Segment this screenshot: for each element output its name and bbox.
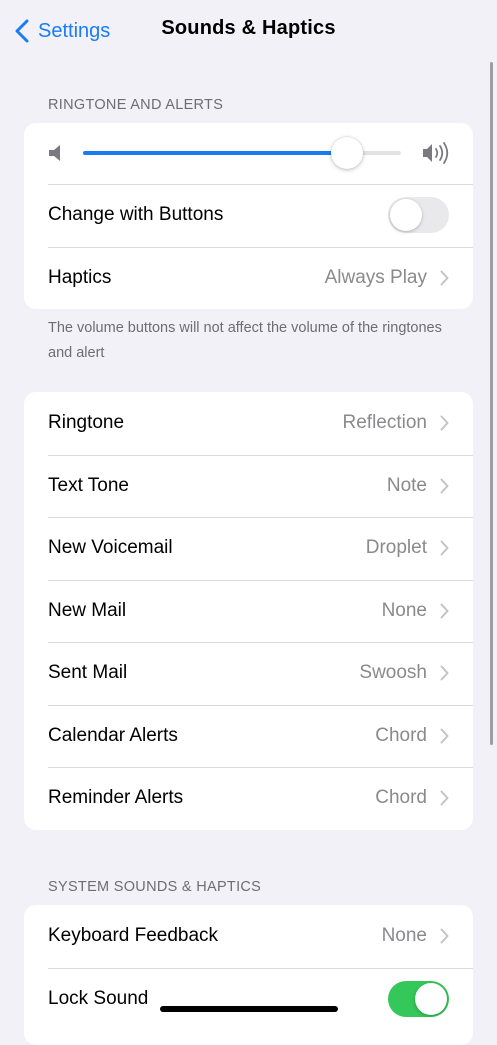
volume-slider-thumb[interactable] bbox=[330, 137, 363, 169]
tone-row-reminder-alerts[interactable]: Reminder Alerts Chord bbox=[24, 767, 473, 830]
tone-label: Calendar Alerts bbox=[48, 724, 178, 746]
tone-label: Sent Mail bbox=[48, 662, 128, 684]
tone-label: New Mail bbox=[48, 599, 127, 621]
haptics-value: Always Play bbox=[324, 266, 427, 288]
volume-slider-row bbox=[24, 123, 473, 184]
tone-row-sent-mail[interactable]: Sent Mail Swoosh bbox=[24, 642, 473, 705]
volume-footer-note: The volume buttons will not affect the v… bbox=[48, 320, 442, 361]
lock-sound-toggle[interactable] bbox=[388, 980, 449, 1017]
tone-value: Swoosh bbox=[359, 662, 427, 684]
tone-value: Droplet bbox=[365, 537, 427, 559]
tone-value: None bbox=[381, 599, 427, 621]
tone-value: Chord bbox=[375, 724, 427, 746]
tone-value: Reflection bbox=[342, 412, 428, 434]
chevron-right-icon bbox=[440, 603, 449, 619]
haptics-label: Haptics bbox=[48, 266, 112, 288]
toggle-knob bbox=[415, 982, 447, 1015]
keyboard-feedback-value: None bbox=[381, 925, 427, 947]
system-sounds-group: Keyboard Feedback None Lock Sound bbox=[24, 905, 473, 1045]
navigation-bar: Settings Sounds & Haptics bbox=[0, 0, 497, 62]
chevron-right-icon bbox=[440, 665, 449, 681]
ringtone-alerts-group: Change with Buttons Haptics Always Play bbox=[24, 123, 473, 309]
tone-row-calendar-alerts[interactable]: Calendar Alerts Chord bbox=[24, 704, 473, 768]
keyboard-feedback-label: Keyboard Feedback bbox=[48, 925, 219, 947]
volume-slider-fill bbox=[83, 151, 347, 155]
home-indicator bbox=[160, 1006, 338, 1012]
chevron-right-icon bbox=[440, 270, 449, 286]
chevron-right-icon bbox=[440, 415, 449, 431]
chevron-right-icon bbox=[440, 478, 449, 494]
change-with-buttons-toggle[interactable] bbox=[388, 197, 449, 234]
change-with-buttons-label: Change with Buttons bbox=[48, 204, 224, 226]
tone-label: Text Tone bbox=[48, 474, 129, 496]
tone-row-ringtone[interactable]: Ringtone Reflection bbox=[24, 392, 473, 455]
tone-label: Ringtone bbox=[48, 412, 125, 434]
tones-group: Ringtone Reflection Text Tone Note New Voice… bbox=[24, 392, 473, 830]
section-header-system-sounds: SYSTEM SOUNDS & HAPTICS bbox=[48, 879, 262, 895]
haptics-row[interactable]: Haptics Always Play bbox=[24, 246, 473, 310]
chevron-right-icon bbox=[440, 728, 449, 744]
volume-slider[interactable] bbox=[83, 137, 401, 169]
speaker-low-icon bbox=[49, 145, 60, 161]
chevron-right-icon bbox=[440, 790, 449, 806]
lock-sound-label: Lock Sound bbox=[48, 987, 149, 1009]
change-with-buttons-row: Change with Buttons bbox=[24, 184, 473, 247]
tone-value: Note bbox=[386, 474, 427, 496]
tone-label: Reminder Alerts bbox=[48, 787, 184, 809]
page-title: Sounds & Haptics bbox=[161, 17, 336, 39]
section-header-ringtone-alerts: RINGTONE AND ALERTS bbox=[48, 97, 224, 113]
tone-value: Chord bbox=[375, 787, 427, 809]
tone-row-new-mail[interactable]: New Mail None bbox=[24, 579, 473, 643]
lock-sound-row: Lock Sound bbox=[24, 967, 473, 1031]
chevron-right-icon bbox=[440, 928, 449, 944]
tone-row-new-voicemail[interactable]: New Voicemail Droplet bbox=[24, 517, 473, 580]
speaker-high-icon bbox=[423, 142, 449, 164]
tone-label: New Voicemail bbox=[48, 537, 173, 559]
scroll-indicator[interactable] bbox=[490, 62, 493, 745]
toggle-knob bbox=[390, 199, 422, 232]
chevron-right-icon bbox=[440, 540, 449, 556]
keyboard-feedback-row[interactable]: Keyboard Feedback None bbox=[24, 905, 473, 968]
tone-row-text-tone[interactable]: Text Tone Note bbox=[24, 454, 473, 518]
